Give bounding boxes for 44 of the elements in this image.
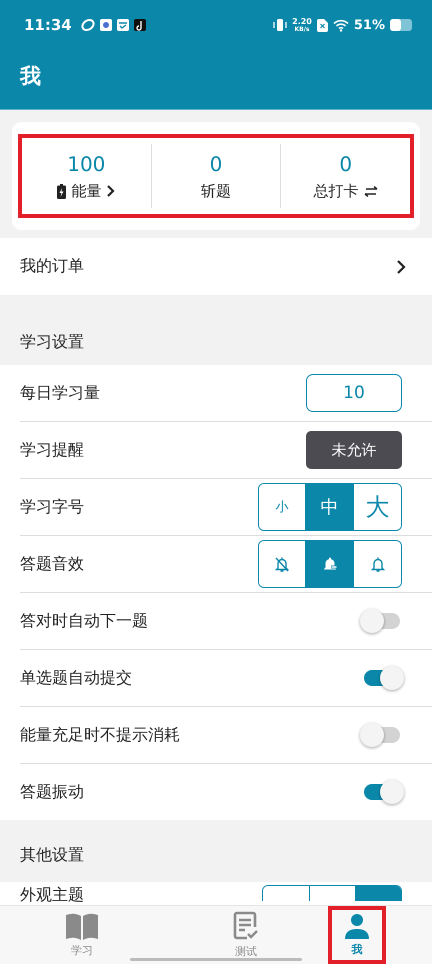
- stat-label: 斩题: [201, 182, 231, 200]
- person-icon: [344, 913, 370, 939]
- battery-percent: 51%: [354, 18, 385, 32]
- section-title: 其他设置: [20, 845, 84, 866]
- nav-tab[interactable]: 学习: [0, 906, 164, 964]
- bell-icon: [370, 556, 386, 572]
- swap-arrows-icon: [364, 186, 378, 196]
- setting-label: 能量充足时不提示消耗: [20, 724, 180, 746]
- stat-value: 100: [67, 152, 106, 176]
- segment-option[interactable]: 大: [353, 484, 401, 530]
- battery-icon: [390, 19, 412, 31]
- bell-off-icon: [274, 556, 290, 572]
- segment-option[interactable]: 中: [305, 484, 353, 530]
- permission-button[interactable]: 未允许: [306, 431, 402, 469]
- section-title: 学习设置: [20, 332, 84, 353]
- chevron-right-icon: [106, 184, 116, 198]
- setting-label: 外观主题: [20, 885, 84, 904]
- orders-row[interactable]: 我的订单: [0, 238, 432, 295]
- setting-label: 单选题自动提交: [20, 668, 132, 688]
- stat-value: 0: [210, 152, 222, 176]
- book-icon: [65, 912, 99, 940]
- segment-option[interactable]: [353, 541, 401, 587]
- stat-label[interactable]: 总打卡: [314, 182, 359, 200]
- setting-label: 学习提醒: [20, 440, 84, 460]
- status-time: 11:34: [24, 16, 72, 34]
- checklist-icon: [232, 911, 260, 941]
- nav-tab[interactable]: 测试: [164, 906, 328, 964]
- stat-label[interactable]: 能量: [71, 182, 102, 200]
- stat-value: 0: [339, 152, 352, 176]
- nav-tab[interactable]: 我: [328, 906, 386, 964]
- setting-label: 答题音效: [20, 554, 84, 574]
- segment-option[interactable]: [305, 541, 353, 587]
- wifi-icon: [332, 18, 349, 32]
- page-title: 我: [18, 63, 42, 90]
- setting-label: 学习字号: [20, 496, 84, 518]
- chevron-right-icon: [396, 258, 406, 274]
- setting-label: 每日学习量: [20, 382, 100, 404]
- number-field[interactable]: 10: [306, 374, 402, 412]
- sim-icon: [316, 18, 328, 32]
- setting-label: 答对时自动下一题: [20, 610, 148, 632]
- setting-label: 答题振动: [20, 782, 84, 802]
- battery-bolt-icon: [57, 184, 66, 198]
- bell-minus-icon: [322, 556, 338, 572]
- vibrate-icon: [273, 18, 288, 32]
